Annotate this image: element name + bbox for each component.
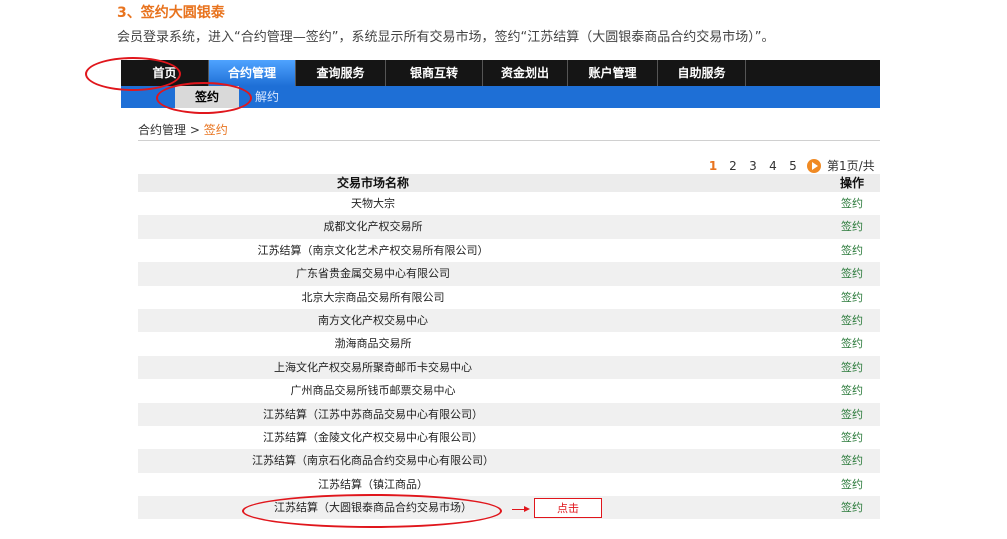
table-row: 北京大宗商品交易所有限公司 签约 — [138, 286, 880, 309]
nav-item-account-management[interactable]: 账户管理 — [568, 60, 658, 86]
sign-link[interactable]: 签约 — [830, 262, 874, 285]
market-name: 江苏结算（金陵文化产权交易中心有限公司） — [263, 430, 483, 444]
table-row: 江苏结算（南京石化商品合约交易中心有限公司） 签约 — [138, 449, 880, 473]
sign-link[interactable]: 签约 — [830, 286, 874, 309]
nav-item-self-service[interactable]: 自助服务 — [658, 60, 746, 86]
sign-link[interactable]: 签约 — [830, 239, 874, 262]
sign-link[interactable]: 签约 — [830, 403, 874, 426]
main-nav: 首页 合约管理 查询服务 银商互转 资金划出 账户管理 自助服务 — [121, 60, 880, 86]
market-name: 渤海商品交易所 — [334, 337, 412, 351]
sign-link[interactable]: 签约 — [830, 215, 874, 238]
header-market-name: 交易市场名称 — [336, 176, 409, 190]
market-name: 广州商品交易所钱币邮票交易中心 — [290, 384, 456, 398]
sign-link[interactable]: 签约 — [830, 192, 874, 215]
highlight-circle — [156, 82, 252, 114]
table-row: 广东省贵金属交易中心有限公司 签约 — [138, 262, 880, 286]
table-row: 江苏结算（镇江商品） 签约 — [138, 473, 880, 496]
table-row: 江苏结算（金陵文化产权交易中心有限公司） 签约 — [138, 426, 880, 449]
breadcrumb-parent[interactable]: 合约管理 — [138, 123, 186, 137]
step-title: 3、签约大圆银泰 — [117, 5, 225, 21]
market-name: 广东省贵金属交易中心有限公司 — [296, 267, 450, 281]
sign-link[interactable]: 签约 — [830, 309, 874, 332]
nav-item-fund-withdrawal[interactable]: 资金划出 — [483, 60, 568, 86]
breadcrumb-separator: > — [189, 123, 200, 137]
sign-link[interactable]: 签约 — [830, 426, 874, 449]
sign-link[interactable]: 签约 — [830, 449, 874, 472]
market-name: 天物大宗 — [351, 197, 395, 210]
nav-item-contract-management[interactable]: 合约管理 — [209, 60, 296, 86]
sign-link[interactable]: 签约 — [830, 496, 874, 519]
market-name: 江苏结算（南京石化商品合约交易中心有限公司） — [252, 454, 494, 468]
market-name: 江苏结算（南京文化艺术产权交易所有限公司） — [257, 243, 489, 257]
subnav-item-unsign[interactable]: 解约 — [247, 86, 287, 108]
nav-item-query-service[interactable]: 查询服务 — [296, 60, 386, 86]
market-name: 上海文化产权交易所聚奇邮币卡交易中心 — [274, 360, 472, 374]
market-table: 交易市场名称 操作 天物大宗 签约 成都文化产权交易所 签约 江苏结算（南京文化艺术产权… — [138, 174, 880, 520]
sign-link[interactable]: 签约 — [830, 379, 874, 402]
market-name: 成都文化产权交易所 — [323, 220, 423, 234]
divider — [138, 140, 880, 141]
sign-link[interactable]: 签约 — [830, 332, 874, 355]
nav-item-bank-transfer[interactable]: 银商互转 — [386, 60, 483, 86]
arrow-right-icon — [512, 506, 530, 512]
market-name: 江苏结算（镇江商品） — [318, 477, 428, 491]
page-link-3[interactable]: 3 — [743, 159, 763, 173]
pagination: 1 2 3 4 5 第1页/共 — [703, 157, 875, 174]
table-row: 成都文化产权交易所 签约 — [138, 215, 880, 239]
highlight-circle — [242, 494, 502, 528]
table-row: 江苏结算（江苏中苏商品交易中心有限公司） 签约 — [138, 402, 880, 426]
market-name: 江苏结算（江苏中苏商品交易中心有限公司） — [263, 407, 483, 421]
click-callout: 点击 — [534, 498, 602, 518]
table-row: 天物大宗 签约 — [138, 192, 880, 215]
market-name: 北京大宗商品交易所有限公司 — [301, 290, 445, 304]
embedded-screenshot: 首页 合约管理 查询服务 银商互转 资金划出 账户管理 自助服务 签约 解约 合… — [121, 60, 880, 535]
page-link-2[interactable]: 2 — [723, 159, 743, 173]
step-description: 会员登录系统，进入“合约管理—签约”，系统显示所有交易市场，签约“江苏结算（大圆… — [117, 30, 775, 45]
sign-link[interactable]: 签约 — [830, 356, 874, 379]
table-header: 交易市场名称 操作 — [138, 174, 880, 192]
header-operation: 操作 — [839, 176, 864, 190]
highlight-circle — [85, 57, 181, 91]
table-row: 渤海商品交易所 签约 — [138, 332, 880, 355]
page-link-5[interactable]: 5 — [783, 159, 803, 173]
page-info: 第1页/共 — [827, 159, 875, 173]
table-row: 江苏结算（南京文化艺术产权交易所有限公司） 签约 — [138, 239, 880, 262]
page-link-4[interactable]: 4 — [763, 159, 783, 173]
breadcrumb: 合约管理 > 签约 — [138, 121, 228, 138]
table-row: 上海文化产权交易所聚奇邮币卡交易中心 签约 — [138, 355, 880, 380]
sign-link[interactable]: 签约 — [830, 473, 874, 496]
breadcrumb-current: 签约 — [203, 123, 228, 137]
market-name: 南方文化产权交易中心 — [318, 313, 428, 327]
next-page-icon[interactable] — [807, 158, 821, 173]
page-link-1[interactable]: 1 — [703, 159, 723, 173]
table-row: 广州商品交易所钱币邮票交易中心 签约 — [138, 379, 880, 402]
table-row: 南方文化产权交易中心 签约 — [138, 308, 880, 333]
